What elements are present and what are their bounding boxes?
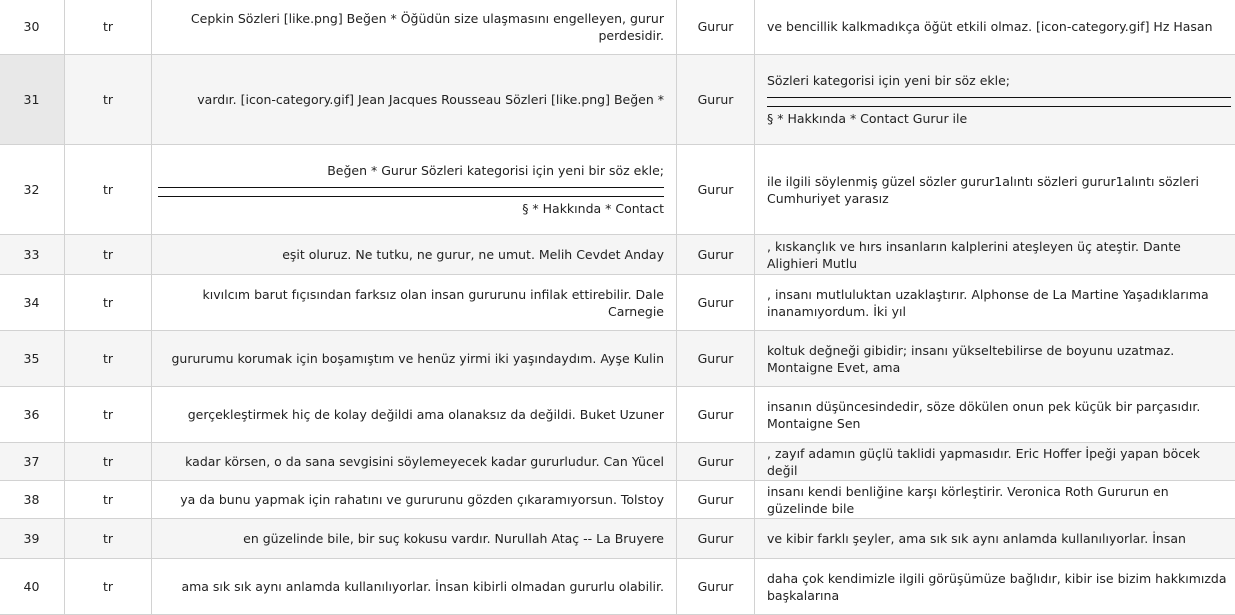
- row-right-cell: Sözleri kategorisi için yeni bir söz ekl…: [754, 54, 1235, 145]
- row-lang: tr: [64, 558, 152, 615]
- row-category: Gurur: [676, 558, 755, 615]
- row-lang: tr: [64, 274, 152, 331]
- row-id: 30: [0, 0, 65, 55]
- table-row: 39 tr en güzelinde bile, bir suç kokusu …: [0, 518, 1235, 559]
- row-category: Gurur: [676, 480, 755, 519]
- row-right-text: insanı kendi benliğine karşı körleştirir…: [754, 480, 1235, 519]
- row-right-text: ve bencillik kalkmadıkça öğüt etkili olm…: [754, 0, 1235, 55]
- row-category: Gurur: [676, 144, 755, 235]
- data-table: 30 tr Cepkin Sözleri [like.png] Beğen * …: [0, 0, 1235, 615]
- row-left-text: kıvılcım barut fıçısından farksız olan i…: [151, 274, 677, 331]
- row-id: 33: [0, 234, 65, 275]
- table-row: 30 tr Cepkin Sözleri [like.png] Beğen * …: [0, 0, 1235, 55]
- table-row: 35 tr gururumu korumak için boşamıştım v…: [0, 330, 1235, 387]
- row-left-text: en güzelinde bile, bir suç kokusu vardır…: [151, 518, 677, 559]
- row-left-text: gururumu korumak için boşamıştım ve henü…: [151, 330, 677, 387]
- row-left-text: kadar körsen, o da sana sevgisini söylem…: [151, 442, 677, 481]
- row-lang: tr: [64, 442, 152, 481]
- row-left-text: gerçekleştirmek hiç de kolay değildi ama…: [151, 386, 677, 443]
- horizontal-rule: [767, 106, 1231, 107]
- row-id: 37: [0, 442, 65, 481]
- row-id: 31: [0, 54, 65, 145]
- row-id: 35: [0, 330, 65, 387]
- row-right-text: ve kibir farklı şeyler, ama sık sık aynı…: [754, 518, 1235, 559]
- row-id: 40: [0, 558, 65, 615]
- row-left-text: Cepkin Sözleri [like.png] Beğen * Öğüdün…: [151, 0, 677, 55]
- row-right-text: koltuk değneği gibidir; insanı yükselteb…: [754, 330, 1235, 387]
- row-right-text: ile ilgili söylenmiş güzel sözler gurur1…: [754, 144, 1235, 235]
- row-right-text-top: Sözleri kategorisi için yeni bir söz ekl…: [767, 73, 1011, 88]
- table-row: 31 tr vardır. [icon-category.gif] Jean J…: [0, 54, 1235, 145]
- table-row: 40 tr ama sık sık aynı anlamda kullanılı…: [0, 558, 1235, 615]
- row-right-text: daha çok kendimizle ilgili görüşümüze ba…: [754, 558, 1235, 615]
- row-category: Gurur: [676, 330, 755, 387]
- row-left-cell: Beğen * Gurur Sözleri kategorisi için ye…: [151, 144, 677, 235]
- row-category: Gurur: [676, 274, 755, 331]
- row-right-text: , zayıf adamın güçlü taklidi yapmasıdır.…: [754, 442, 1235, 481]
- row-lang: tr: [64, 330, 152, 387]
- row-left-text-bottom: § * Hakkında * Contact: [522, 201, 664, 216]
- row-category: Gurur: [676, 442, 755, 481]
- row-lang: tr: [64, 234, 152, 275]
- row-category: Gurur: [676, 234, 755, 275]
- table-row: 38 tr ya da bunu yapmak için rahatını ve…: [0, 480, 1235, 519]
- row-category: Gurur: [676, 0, 755, 55]
- table-row: 37 tr kadar körsen, o da sana sevgisini …: [0, 442, 1235, 481]
- row-lang: tr: [64, 518, 152, 559]
- row-right-text: insanın düşüncesindedir, söze dökülen on…: [754, 386, 1235, 443]
- row-lang: tr: [64, 0, 152, 55]
- row-id: 36: [0, 386, 65, 443]
- horizontal-rule: [158, 187, 664, 188]
- row-lang: tr: [64, 54, 152, 145]
- row-left-text-top: Beğen * Gurur Sözleri kategorisi için ye…: [327, 163, 664, 178]
- row-left-text: ama sık sık aynı anlamda kullanılıyorlar…: [151, 558, 677, 615]
- horizontal-rule: [158, 196, 664, 197]
- row-left-text: vardır. [icon-category.gif] Jean Jacques…: [151, 54, 677, 145]
- row-right-text: , kıskançlık ve hırs insanların kalpleri…: [754, 234, 1235, 275]
- row-right-text-bottom: § * Hakkında * Contact Gurur ile: [767, 111, 968, 126]
- table-row: 33 tr eşit oluruz. Ne tutku, ne gurur, n…: [0, 234, 1235, 275]
- row-id: 34: [0, 274, 65, 331]
- row-category: Gurur: [676, 386, 755, 443]
- row-id: 39: [0, 518, 65, 559]
- table-row: 34 tr kıvılcım barut fıçısından farksız …: [0, 274, 1235, 331]
- row-category: Gurur: [676, 54, 755, 145]
- table-row: 36 tr gerçekleştirmek hiç de kolay değil…: [0, 386, 1235, 443]
- row-lang: tr: [64, 386, 152, 443]
- row-category: Gurur: [676, 518, 755, 559]
- row-left-text: ya da bunu yapmak için rahatını ve gurur…: [151, 480, 677, 519]
- row-id: 38: [0, 480, 65, 519]
- row-lang: tr: [64, 144, 152, 235]
- horizontal-rule: [767, 97, 1231, 98]
- row-id: 32: [0, 144, 65, 235]
- row-left-text: eşit oluruz. Ne tutku, ne gurur, ne umut…: [151, 234, 677, 275]
- row-right-text: , insanı mutluluktan uzaklaştırır. Alpho…: [754, 274, 1235, 331]
- table-row: 32 tr Beğen * Gurur Sözleri kategorisi i…: [0, 144, 1235, 235]
- row-lang: tr: [64, 480, 152, 519]
